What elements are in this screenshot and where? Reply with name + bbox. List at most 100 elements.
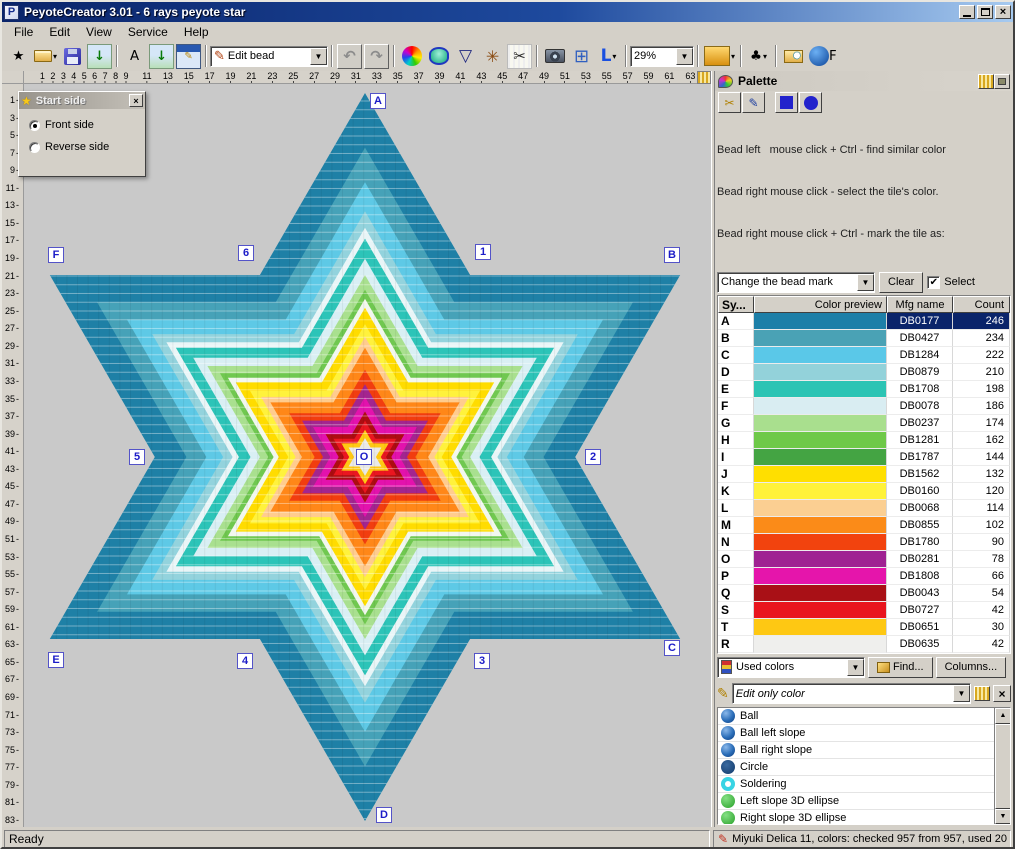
- color-preview-cell[interactable]: [754, 551, 887, 568]
- bead-shape-item[interactable]: Right slope 3D ellipse: [718, 810, 994, 824]
- chevron-down-icon[interactable]: ▾: [731, 52, 735, 61]
- color-row-N[interactable]: NDB178090: [718, 534, 1010, 551]
- bead-shape-item[interactable]: Ball left slope: [718, 725, 994, 742]
- color-preview-cell[interactable]: [754, 313, 887, 330]
- bead-shape-item[interactable]: Circle: [718, 759, 994, 776]
- color-row-T[interactable]: TDB065130: [718, 619, 1010, 636]
- redo-button[interactable]: ↷: [364, 44, 389, 69]
- bead-canvas[interactable]: AF61B5O2E43CD: [24, 84, 711, 827]
- camera-button[interactable]: [542, 44, 567, 69]
- color-swatch-button[interactable]: ▾: [703, 44, 736, 69]
- color-row-K[interactable]: KDB0160120: [718, 483, 1010, 500]
- color-preview-cell[interactable]: [754, 500, 887, 517]
- pdf-export-button[interactable]: A: [122, 44, 147, 69]
- color-preview-cell[interactable]: [754, 330, 887, 347]
- square-bead-button[interactable]: [775, 92, 798, 113]
- start-side-titlebar[interactable]: ★ Start side ×: [19, 92, 145, 109]
- maximize-button[interactable]: [977, 5, 993, 19]
- scrollbar[interactable]: ▲ ▼: [994, 708, 1010, 824]
- color-row-F[interactable]: FDB0078186: [718, 398, 1010, 415]
- color-row-R[interactable]: RDB063542: [718, 636, 1010, 653]
- brush-tool-button[interactable]: ✂: [718, 92, 741, 113]
- color-row-J[interactable]: JDB1562132: [718, 466, 1010, 483]
- search-folder-button[interactable]: [781, 44, 806, 69]
- scroll-thumb[interactable]: [995, 724, 1011, 809]
- select-checkbox[interactable]: ✔: [927, 276, 940, 289]
- clear-button[interactable]: Clear: [879, 272, 923, 293]
- letter-l-button[interactable]: L▾: [596, 44, 621, 69]
- chevron-down-icon[interactable]: ▼: [857, 274, 874, 291]
- color-preview-cell[interactable]: [754, 398, 887, 415]
- bead-shape-item[interactable]: Ball right slope: [718, 742, 994, 759]
- triangle-filter-button[interactable]: ▽: [453, 44, 478, 69]
- start-side-option-2[interactable]: Reverse side: [29, 141, 145, 153]
- chevron-down-icon[interactable]: ▼: [676, 48, 693, 65]
- zoom-combo[interactable]: 29%▼: [630, 46, 694, 67]
- column-header-color[interactable]: Color preview: [754, 296, 887, 313]
- window-pin-button[interactable]: ✎: [176, 44, 201, 69]
- circle-bead-button[interactable]: [799, 92, 822, 113]
- column-header-count[interactable]: Count: [953, 296, 1010, 313]
- columns-button[interactable]: Columns...: [936, 657, 1007, 678]
- color-row-G[interactable]: GDB0237174: [718, 415, 1010, 432]
- color-row-A[interactable]: ADB0177246: [718, 313, 1010, 330]
- chevron-down-icon[interactable]: ▼: [847, 659, 864, 676]
- new-wizard-button[interactable]: ★: [6, 44, 31, 69]
- open-button[interactable]: ▾: [33, 44, 58, 69]
- radio-selected-icon[interactable]: [29, 120, 40, 131]
- ornament-button[interactable]: ✳: [480, 44, 505, 69]
- menu-item-file[interactable]: File: [6, 24, 41, 40]
- bead-shape-item[interactable]: Ball: [718, 708, 994, 725]
- color-row-D[interactable]: DDB0879210: [718, 364, 1010, 381]
- color-row-B[interactable]: BDB0427234: [718, 330, 1010, 347]
- edit-only-color-combo[interactable]: Edit only color ▼: [732, 683, 971, 704]
- ruler-options-button[interactable]: [697, 71, 711, 84]
- column-header-mfg[interactable]: Mfg name: [887, 296, 953, 313]
- close-button[interactable]: ×: [995, 5, 1011, 19]
- color-preview-cell[interactable]: [754, 636, 887, 653]
- menu-item-help[interactable]: Help: [176, 24, 217, 40]
- export-grid-button[interactable]: ↓: [87, 44, 112, 69]
- color-preview-cell[interactable]: [754, 517, 887, 534]
- color-filter-combo[interactable]: Used colors ▼: [717, 657, 865, 678]
- find-button[interactable]: Find...: [868, 657, 933, 678]
- color-preview-cell[interactable]: [754, 534, 887, 551]
- scroll-up-button[interactable]: ▲: [995, 708, 1011, 724]
- bead-shape-item[interactable]: Left slope 3D ellipse: [718, 793, 994, 810]
- chevron-down-icon[interactable]: ▼: [953, 685, 970, 702]
- color-preview-cell[interactable]: [754, 432, 887, 449]
- start-side-close-button[interactable]: ×: [129, 94, 143, 107]
- eoc-close-button[interactable]: ×: [993, 685, 1011, 702]
- chevron-down-icon[interactable]: ▾: [763, 52, 767, 61]
- color-preview-cell[interactable]: [754, 568, 887, 585]
- color-preview-cell[interactable]: [754, 483, 887, 500]
- image-export-button[interactable]: ↓: [149, 44, 174, 69]
- start-side-option-1[interactable]: Front side: [29, 119, 145, 131]
- forum-button[interactable]: F: [808, 44, 838, 69]
- club-tool-button[interactable]: ♣▾: [746, 44, 771, 69]
- save-button[interactable]: [60, 44, 85, 69]
- color-preview-cell[interactable]: [754, 364, 887, 381]
- bead-shape-item[interactable]: Soldering: [718, 776, 994, 793]
- cut-grid-button[interactable]: ✂: [507, 44, 532, 69]
- eoc-dock-button[interactable]: [974, 686, 990, 701]
- layout-button[interactable]: ⊞: [569, 44, 594, 69]
- color-preview-cell[interactable]: [754, 466, 887, 483]
- color-preview-cell[interactable]: [754, 347, 887, 364]
- color-row-L[interactable]: LDB0068114: [718, 500, 1010, 517]
- color-preview-cell[interactable]: [754, 381, 887, 398]
- color-preview-cell[interactable]: [754, 619, 887, 636]
- bead-mark-combo[interactable]: Change the bead mark ▼: [717, 272, 875, 293]
- color-row-H[interactable]: HDB1281162: [718, 432, 1010, 449]
- menu-item-edit[interactable]: Edit: [41, 24, 78, 40]
- menu-item-view[interactable]: View: [78, 24, 120, 40]
- palette-header[interactable]: Palette: [715, 71, 1013, 91]
- color-wheel-button[interactable]: [399, 44, 424, 69]
- color-row-O[interactable]: ODB028178: [718, 551, 1010, 568]
- chevron-down-icon[interactable]: ▼: [310, 48, 327, 65]
- edit-bead-combo[interactable]: ✎Edit bead▼: [210, 46, 328, 67]
- palette-float-button[interactable]: [994, 74, 1010, 89]
- menu-item-service[interactable]: Service: [120, 24, 176, 40]
- color-preview-cell[interactable]: [754, 415, 887, 432]
- column-header-sy[interactable]: Sy...: [718, 296, 754, 313]
